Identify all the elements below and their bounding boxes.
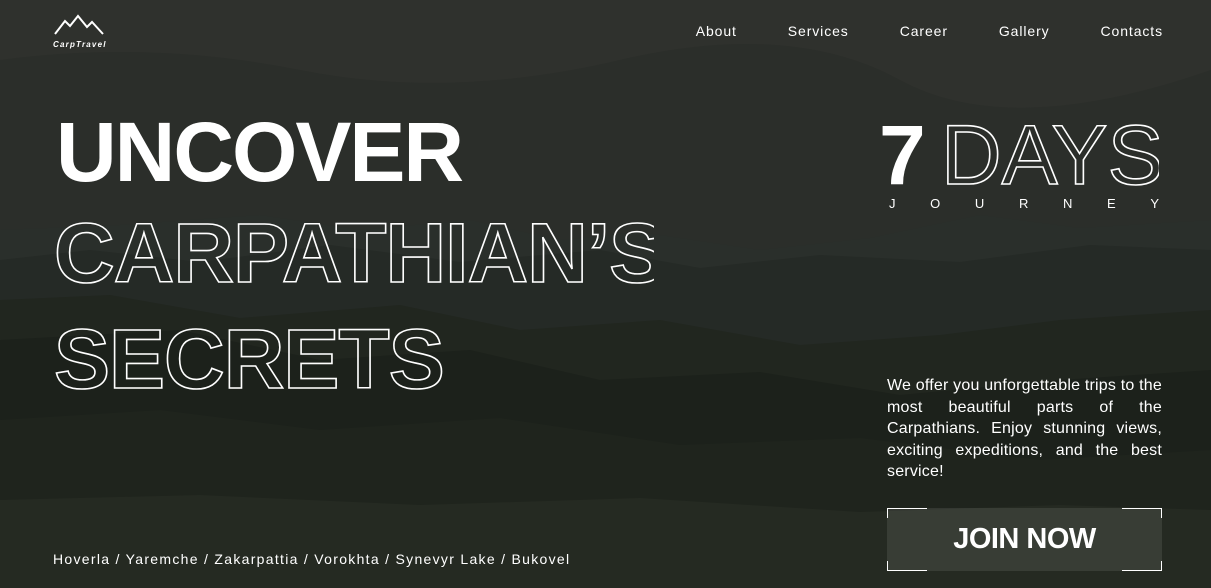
journey-letter: N <box>1062 196 1073 211</box>
main-navigation: About Services Career Gallery Contacts <box>696 22 1163 40</box>
button-corner-frame <box>887 508 927 518</box>
nav-link-career[interactable]: Career <box>900 22 948 40</box>
hero-section: CarpTravel About Services Career Gallery… <box>0 0 1211 588</box>
journey-letter: E <box>1107 196 1116 211</box>
hero-title: UNCOVER CARPATHIAN’S SECRETS <box>54 110 654 414</box>
journey-letter: U <box>974 196 985 211</box>
nav-link-contacts[interactable]: Contacts <box>1101 22 1163 40</box>
title-thin-lines: CARPATHIAN’S SECRETS <box>54 205 654 407</box>
title-bold-line: UNCOVER <box>56 105 464 199</box>
title-line-3: SECRETS <box>54 312 444 406</box>
nav-link-services[interactable]: Services <box>788 22 849 40</box>
journey-letter: Y <box>1150 196 1159 211</box>
days-number: 7 <box>879 112 923 192</box>
button-corner-frame <box>1122 508 1162 518</box>
button-corner-frame <box>887 561 927 571</box>
button-corner-frame <box>1122 561 1162 571</box>
title-line-2: CARPATHIAN’S <box>54 206 654 300</box>
join-now-button[interactable]: JOIN NOW <box>887 508 1162 571</box>
carptravel-logo[interactable]: CarpTravel <box>52 14 108 49</box>
journey-letter: O <box>930 196 941 211</box>
nav-link-about[interactable]: About <box>696 22 737 40</box>
days-word: DAYS <box>941 112 1159 192</box>
join-now-label: JOIN NOW <box>953 523 1096 555</box>
days-heading: 7 DAYS <box>879 107 1164 203</box>
journey-letter: J <box>889 196 896 211</box>
nav-link-gallery[interactable]: Gallery <box>999 22 1050 40</box>
journey-label: J O U R N E Y <box>889 196 1159 211</box>
mountain-logo-icon <box>54 14 104 35</box>
logo-text: CarpTravel <box>53 40 107 49</box>
destinations-list: Hoverla / Yaremche / Zakarpattia / Vorok… <box>53 551 571 567</box>
days-badge: 7 DAYS <box>879 107 1164 203</box>
journey-letter: R <box>1018 196 1029 211</box>
hero-description: We offer you unforgettable trips to the … <box>887 377 1162 480</box>
